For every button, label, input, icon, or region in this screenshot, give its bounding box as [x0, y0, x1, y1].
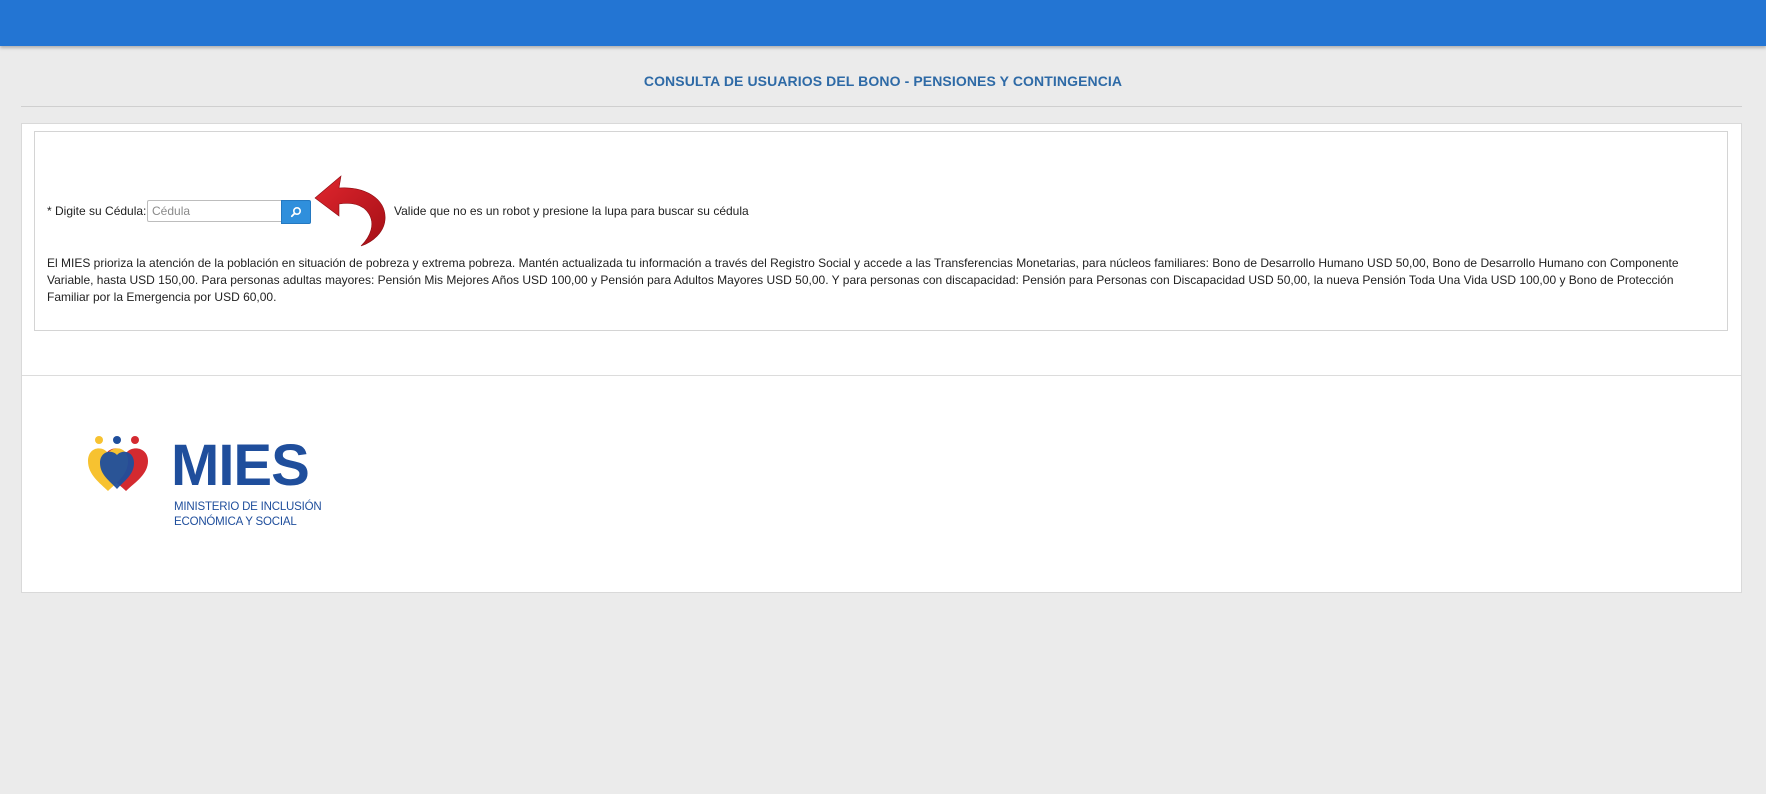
- mies-logo: MIES MINISTERIO DE INCLUSIÓN ECONÓMICA Y…: [86, 429, 336, 539]
- page-title: CONSULTA DE USUARIOS DEL BONO - PENSIONE…: [643, 73, 1123, 89]
- page: { "header": { "title": "CONSULTA DE USUA…: [0, 0, 1766, 794]
- logo-subtitle-line1: MINISTERIO DE INCLUSIÓN: [174, 501, 322, 513]
- title-divider: [21, 106, 1742, 107]
- logo-subtitle-line2: ECONÓMICA Y SOCIAL: [174, 516, 297, 528]
- search-button[interactable]: [281, 200, 311, 224]
- info-paragraph: El MIES prioriza la atención de la pobla…: [47, 256, 1679, 304]
- family-hearts-icon: [88, 436, 148, 491]
- search-panel: * Digite su Cédula: Valide que no es un …: [34, 131, 1728, 331]
- search-hint: Valide que no es un robot y presione la …: [394, 204, 749, 218]
- card-divider: [22, 375, 1741, 376]
- cedula-label: * Digite su Cédula:: [47, 204, 147, 218]
- main-card: * Digite su Cédula: Valide que no es un …: [21, 123, 1742, 593]
- logo-wordmark: MIES: [171, 433, 310, 498]
- logo-subtitle: MINISTERIO DE INCLUSIÓN ECONÓMICA Y SOCI…: [174, 500, 322, 530]
- curved-arrow-icon: [314, 175, 386, 247]
- search-icon: [290, 206, 302, 218]
- cedula-input[interactable]: [147, 200, 283, 222]
- top-navigation-bar: [0, 0, 1766, 46]
